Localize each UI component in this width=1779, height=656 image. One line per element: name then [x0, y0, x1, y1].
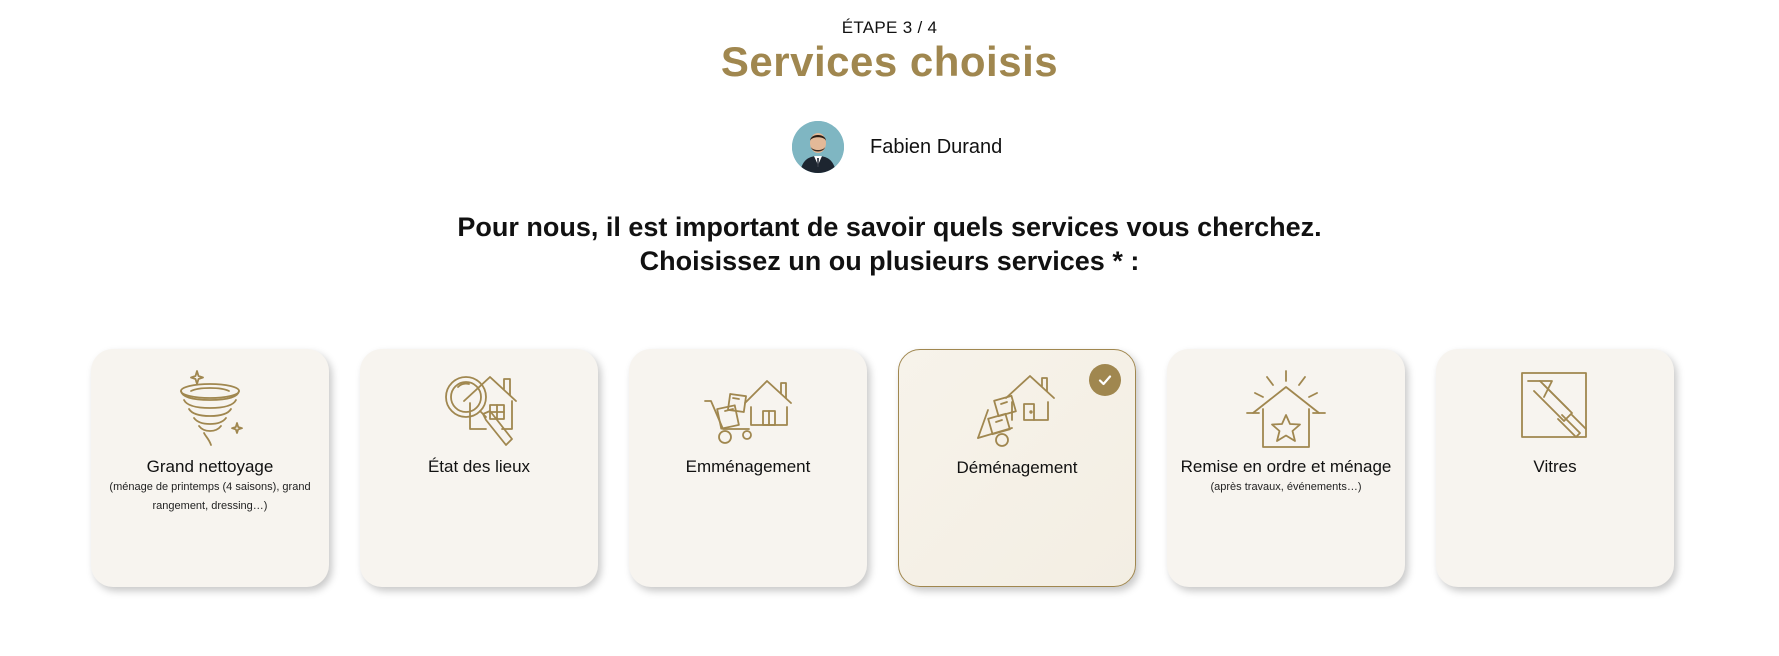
service-card-grand-nettoyage[interactable]: Grand nettoyage (ménage de printemps (4 …: [91, 349, 329, 587]
services-grid: Grand nettoyage (ménage de printemps (4 …: [91, 349, 1674, 587]
service-label: État des lieux: [370, 457, 588, 477]
question-text: Pour nous, il est important de savoir qu…: [0, 210, 1779, 278]
agent-info: Fabien Durand: [792, 121, 1002, 173]
step-indicator: ÉTAPE 3 / 4: [841, 18, 938, 37]
service-card-emmenagement[interactable]: Emménagement: [629, 349, 867, 587]
service-label: Remise en ordre et ménage (après travaux…: [1177, 457, 1395, 497]
service-title: Emménagement: [685, 457, 811, 476]
service-card-demenagement[interactable]: Déménagement: [898, 349, 1136, 587]
service-label: Déménagement: [909, 458, 1125, 478]
service-label: Emménagement: [639, 457, 857, 477]
service-card-vitres[interactable]: Vitres: [1436, 349, 1674, 587]
service-subtitle: (ménage de printemps (4 saisons), grand …: [109, 481, 311, 512]
house-magnifier-icon: [434, 367, 524, 451]
question-line-2: Choisissez un ou plusieurs services * :: [639, 246, 1140, 276]
service-title: Déménagement: [956, 458, 1078, 477]
house-star-icon: [1241, 367, 1331, 451]
agent-name: Fabien Durand: [870, 135, 1003, 158]
window-squeegee-icon: [1510, 367, 1600, 451]
moving-out-icon: [972, 368, 1062, 452]
service-label: Grand nettoyage (ménage de printemps (4 …: [101, 457, 319, 516]
service-subtitle: (après travaux, événements…): [1210, 481, 1362, 493]
avatar: [792, 121, 844, 173]
service-title: Vitres: [1533, 457, 1577, 476]
selected-check-icon: [1089, 364, 1121, 396]
service-title: Grand nettoyage: [146, 457, 274, 476]
page-title: Services choisis: [720, 38, 1059, 85]
service-label: Vitres: [1446, 457, 1664, 477]
question-line-1: Pour nous, il est important de savoir qu…: [457, 212, 1322, 242]
moving-in-icon: [703, 367, 793, 451]
service-card-etat-des-lieux[interactable]: État des lieux: [360, 349, 598, 587]
service-title: Remise en ordre et ménage: [1180, 457, 1392, 476]
service-title: État des lieux: [427, 457, 531, 476]
service-card-remise-en-ordre[interactable]: Remise en ordre et ménage (après travaux…: [1167, 349, 1405, 587]
tornado-icon: [165, 367, 255, 451]
